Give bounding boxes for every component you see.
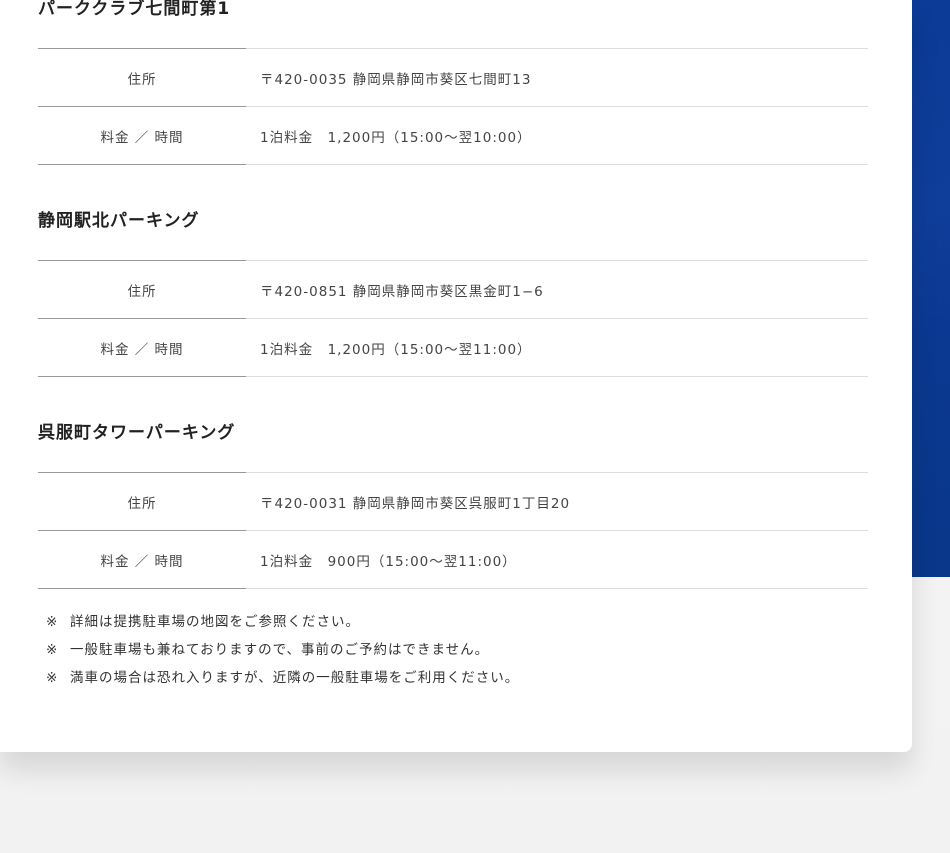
row-value-address: 〒420-0851 静岡県静岡市葵区黒金町1−6 [246,260,868,319]
table-row-address: 住所 〒420-0035 静岡県静岡市葵区七間町13 [38,48,868,107]
note-mark: ※ [46,642,59,658]
parking-name-3: 呉服町タワーパーキング [38,423,236,443]
row-label-price: 料金 ／ 時間 [38,318,246,377]
parking-name-2: 静岡駅北パーキング [38,211,200,231]
note-text: 満車の場合は恐れ入りますが、近隣の一般駐車場をご利用ください。 [70,670,520,686]
table-row-address: 住所 〒420-0031 静岡県静岡市葵区呉服町1丁目20 [38,472,868,531]
note-mark: ※ [46,670,59,686]
page: パーククラブ七間町第1 住所 〒420-0035 静岡県静岡市葵区七間町13 料… [0,0,950,853]
note-text: 詳細は提携駐車場の地図をご参照ください。 [70,614,360,630]
note-text: 一般駐車場も兼ねておりますので、事前のご予約はできません。 [70,642,490,658]
row-label-address: 住所 [38,48,246,107]
parking-table-2: 住所 〒420-0851 静岡県静岡市葵区黒金町1−6 料金 ／ 時間 1泊料金… [38,260,868,377]
notes-list: ※ 詳細は提携駐車場の地図をご参照ください。 ※ 一般駐車場も兼ねておりますので、事… [46,612,519,696]
parking-table-1: 住所 〒420-0035 静岡県静岡市葵区七間町13 料金 ／ 時間 1泊料金 … [38,48,868,165]
row-value-price: 1泊料金 1,200円（15:00〜翌11:00） [246,318,868,377]
parking-table-3: 住所 〒420-0031 静岡県静岡市葵区呉服町1丁目20 料金 ／ 時間 1泊… [38,472,868,589]
note-item: ※ 一般駐車場も兼ねておりますので、事前のご予約はできません。 [46,640,519,668]
row-value-price: 1泊料金 1,200円（15:00〜翌10:00） [246,106,868,165]
note-item: ※ 詳細は提携駐車場の地図をご参照ください。 [46,612,519,640]
table-row-price: 料金 ／ 時間 1泊料金 1,200円（15:00〜翌10:00） [38,106,868,165]
row-value-address: 〒420-0031 静岡県静岡市葵区呉服町1丁目20 [246,472,868,531]
table-row-address: 住所 〒420-0851 静岡県静岡市葵区黒金町1−6 [38,260,868,319]
row-label-address: 住所 [38,472,246,531]
row-label-address: 住所 [38,260,246,319]
row-label-price: 料金 ／ 時間 [38,530,246,589]
parking-name-1: パーククラブ七間町第1 [38,0,231,19]
parking-info-card: パーククラブ七間町第1 住所 〒420-0035 静岡県静岡市葵区七間町13 料… [0,0,912,752]
row-value-price: 1泊料金 900円（15:00〜翌11:00） [246,530,868,589]
row-value-address: 〒420-0035 静岡県静岡市葵区七間町13 [246,48,868,107]
note-mark: ※ [46,614,59,630]
row-label-price: 料金 ／ 時間 [38,106,246,165]
note-item: ※ 満車の場合は恐れ入りますが、近隣の一般駐車場をご利用ください。 [46,668,519,696]
table-row-price: 料金 ／ 時間 1泊料金 900円（15:00〜翌11:00） [38,530,868,589]
table-row-price: 料金 ／ 時間 1泊料金 1,200円（15:00〜翌11:00） [38,318,868,377]
